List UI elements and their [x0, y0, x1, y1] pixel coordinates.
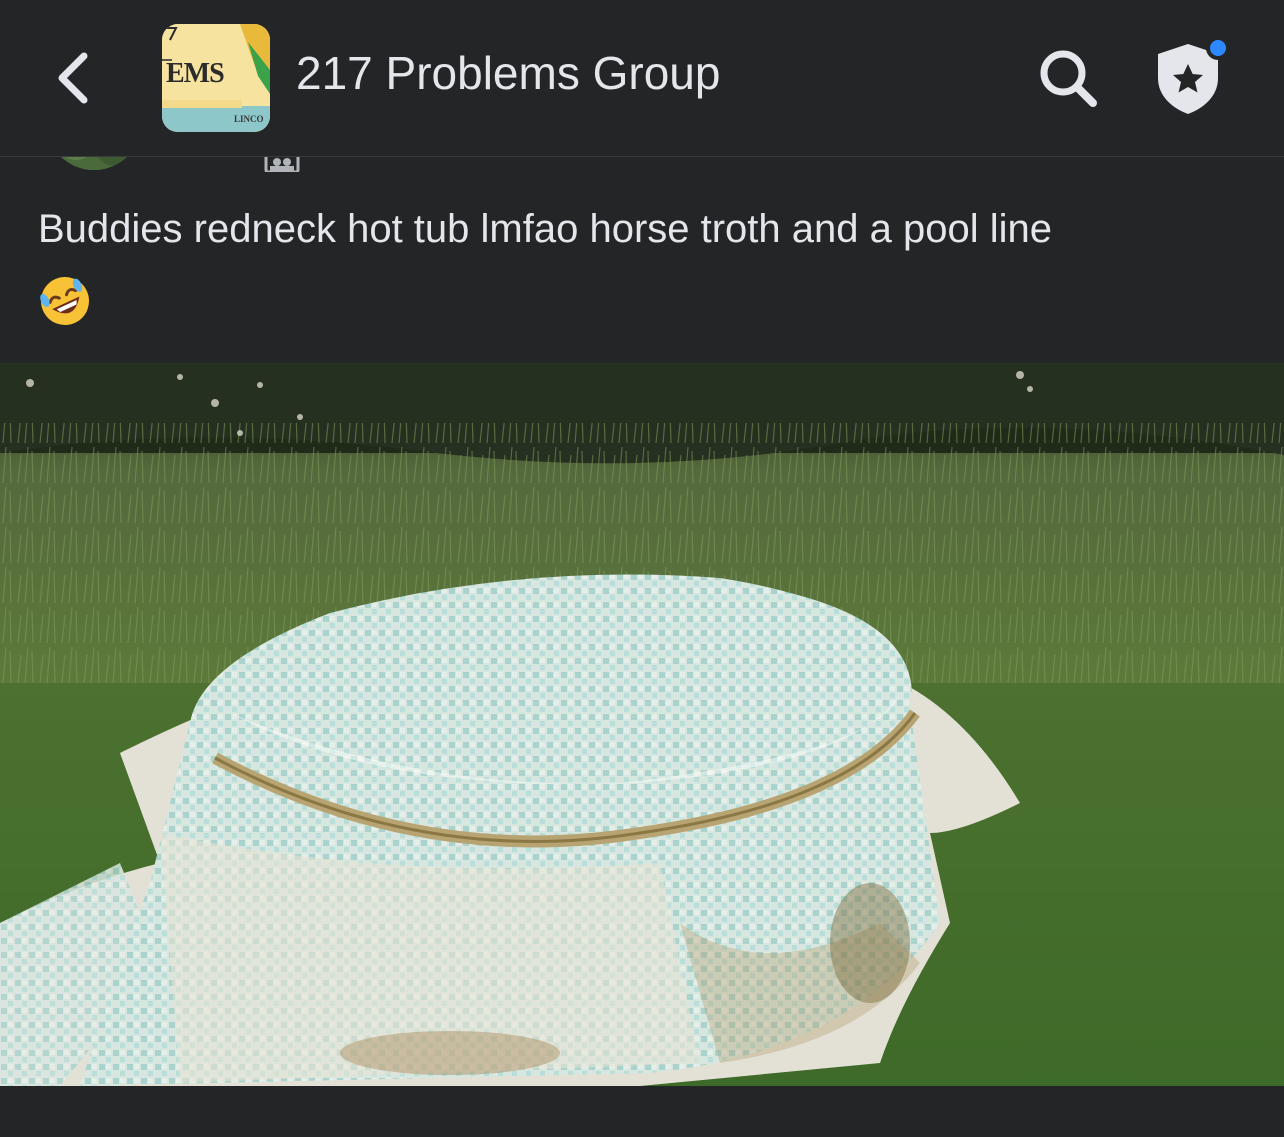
back-button[interactable] — [40, 40, 104, 116]
group-avatar-subtext: LINCO — [234, 114, 264, 124]
group-header: EMS LINCO 217 Problems Group — [0, 0, 1284, 157]
group-title[interactable]: 217 Problems Group — [296, 46, 720, 100]
group-avatar-text: EMS — [166, 58, 225, 89]
post-text: Buddies redneck hot tub lmfao horse trot… — [38, 207, 1052, 251]
search-button[interactable] — [1030, 40, 1106, 116]
search-icon — [1040, 50, 1097, 107]
shield-star-icon — [1158, 36, 1230, 114]
group-avatar[interactable]: EMS LINCO — [162, 24, 270, 132]
chevron-left-icon — [58, 52, 88, 104]
group-post-screen: EMS LINCO 217 Problems Group Buddies red… — [0, 0, 1284, 1137]
notification-dot — [1210, 40, 1226, 56]
bottom-spacer — [0, 1086, 1284, 1137]
rolling-laughing-emoji-icon — [40, 277, 89, 325]
admin-tools-button[interactable] — [1146, 34, 1236, 120]
post-photo[interactable] — [0, 363, 1284, 1086]
post-photo-art — [0, 363, 1284, 1086]
